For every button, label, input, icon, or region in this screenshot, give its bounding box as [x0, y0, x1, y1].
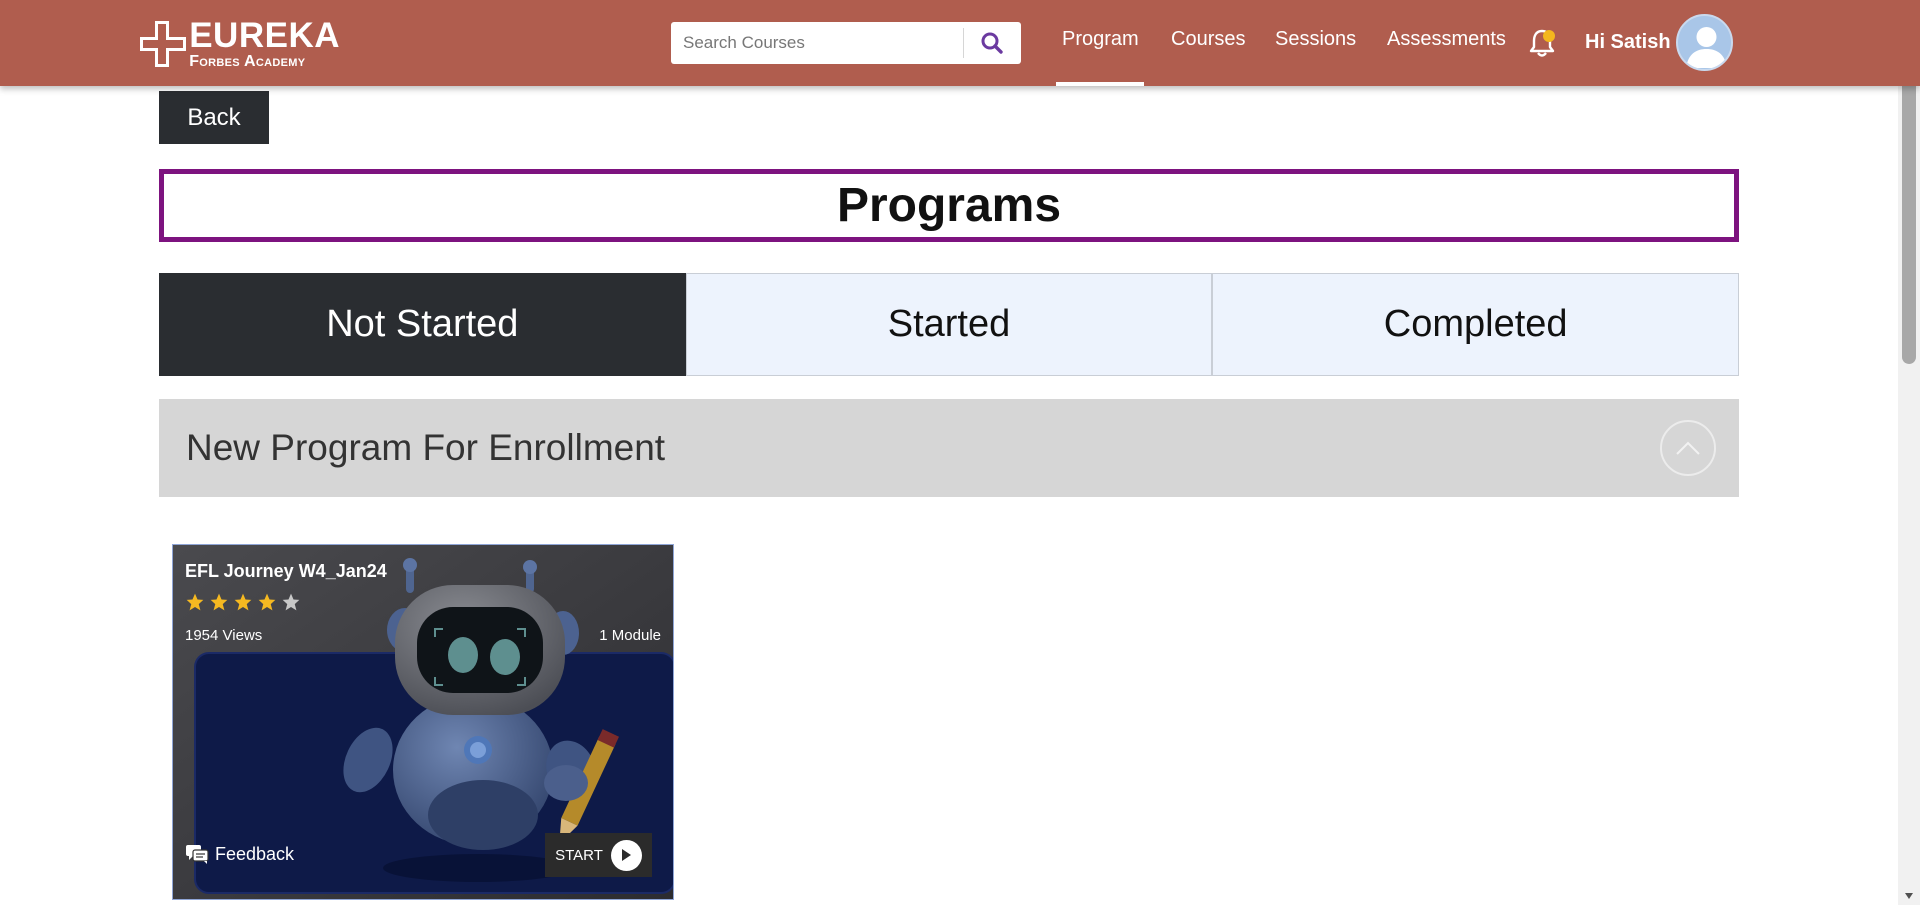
search-input[interactable] [671, 22, 963, 64]
back-button[interactable]: Back [159, 91, 269, 144]
logo-cross-icon [140, 21, 186, 67]
play-icon [622, 849, 632, 861]
program-status-tabs: Not Started Started Completed [159, 273, 1740, 376]
nav-sessions[interactable]: Sessions [1275, 28, 1356, 51]
logo-sub-text: Forbes Academy [189, 53, 306, 70]
user-avatar[interactable] [1676, 14, 1733, 71]
eureka-forbes-academy-logo[interactable]: EUREKA Forbes Academy [140, 18, 340, 70]
star-icon [258, 593, 276, 611]
start-button[interactable]: START [545, 833, 652, 877]
nav-assessments[interactable]: Assessments [1387, 28, 1506, 51]
search-icon [981, 32, 1003, 54]
user-greeting[interactable]: Hi Satish [1585, 31, 1671, 54]
play-button-circle [610, 839, 642, 871]
tab-completed[interactable]: Completed [1212, 273, 1740, 376]
bell-icon [1529, 29, 1555, 57]
notification-button[interactable] [1527, 27, 1557, 59]
star-icon [186, 593, 204, 611]
star-icon [234, 593, 252, 611]
star-empty-icon [282, 593, 300, 611]
module-count: 1 Module [599, 627, 661, 644]
feedback-label: Feedback [215, 843, 295, 864]
program-card[interactable]: EFL Journey W4_Jan24 1954 Views 1 Module… [172, 544, 674, 900]
chevron-up-icon [1676, 441, 1700, 455]
search-bar [671, 22, 1021, 64]
feedback-button[interactable]: Feedback [185, 843, 294, 865]
section-title: New Program For Enrollment [186, 427, 666, 468]
nav-active-indicator [1056, 82, 1144, 86]
tab-not-started[interactable]: Not Started [159, 273, 686, 376]
feedback-icon [186, 845, 209, 864]
view-count: 1954 Views [185, 627, 263, 644]
tab-started[interactable]: Started [685, 273, 1213, 376]
nav-courses[interactable]: Courses [1171, 28, 1245, 51]
page-title: Programs [836, 179, 1062, 232]
nav-program[interactable]: Program [1062, 28, 1139, 51]
scroll-down-arrow[interactable] [1898, 887, 1920, 905]
top-navigation-bar: EUREKA Forbes Academy Program Courses Se… [0, 0, 1920, 86]
scroll-down-icon [1905, 893, 1913, 899]
start-label: START [555, 846, 603, 864]
search-button[interactable] [964, 22, 1020, 64]
user-avatar-icon [1686, 27, 1727, 68]
star-icon [210, 593, 228, 611]
program-title: EFL Journey W4_Jan24 [185, 561, 387, 581]
rating-stars [185, 592, 301, 612]
logo-main-text: EUREKA [189, 16, 340, 55]
page-scrollbar[interactable] [1898, 0, 1920, 905]
collapse-button[interactable] [1660, 420, 1716, 476]
page-title-box: Programs [159, 169, 1739, 242]
section-header: New Program For Enrollment [159, 399, 1739, 497]
